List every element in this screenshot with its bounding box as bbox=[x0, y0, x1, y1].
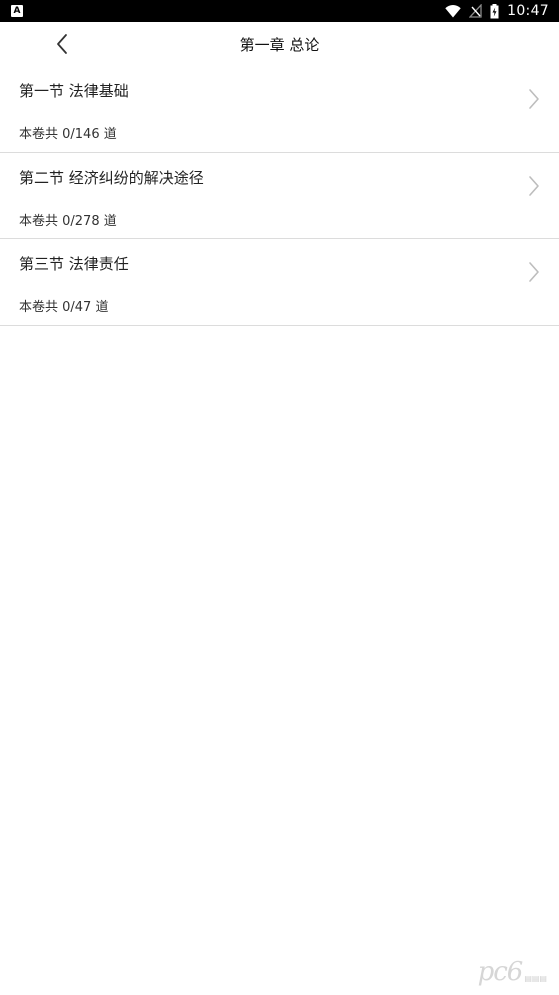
wifi-icon bbox=[445, 4, 461, 17]
question-count: 本卷共 0/146 道 bbox=[19, 127, 117, 142]
status-time: 10:47 bbox=[507, 3, 549, 19]
chevron-right-icon bbox=[529, 262, 539, 282]
watermark-text: pc6 bbox=[477, 957, 524, 987]
question-count: 本卷共 0/278 道 bbox=[19, 213, 117, 229]
no-signal-icon bbox=[469, 4, 482, 18]
chevron-right-icon bbox=[529, 89, 539, 109]
question-count: 本卷共 0/47 道 bbox=[19, 300, 109, 315]
list-item-section-2[interactable]: 第二节 经济纠纷的解决途径 本卷共 0/278 道 bbox=[0, 153, 559, 239]
status-bar: A 10:47 bbox=[0, 0, 559, 22]
notification-icon: A bbox=[11, 5, 23, 17]
battery-charging-icon bbox=[490, 3, 499, 18]
watermark-sub-icon: ▤▤▤ bbox=[524, 973, 547, 983]
section-title: 第三节 法律责任 bbox=[19, 255, 129, 273]
page-title: 第一章 总论 bbox=[239, 36, 320, 54]
section-list: 第一节 法律基础 本卷共 0/146 道 第二节 经济纠纷的解决途径 本卷共 0… bbox=[0, 66, 559, 326]
list-item-section-1[interactable]: 第一节 法律基础 本卷共 0/146 道 bbox=[0, 66, 559, 153]
list-item-section-3[interactable]: 第三节 法律责任 本卷共 0/47 道 bbox=[0, 239, 559, 326]
status-icons: 10:47 bbox=[445, 0, 549, 22]
watermark-logo: pc6 ▤▤▤ bbox=[478, 957, 547, 987]
app-header: 第一章 总论 bbox=[0, 22, 559, 66]
section-title: 第一节 法律基础 bbox=[19, 82, 129, 100]
section-title: 第二节 经济纠纷的解决途径 bbox=[19, 168, 204, 187]
chevron-right-icon bbox=[529, 175, 539, 196]
